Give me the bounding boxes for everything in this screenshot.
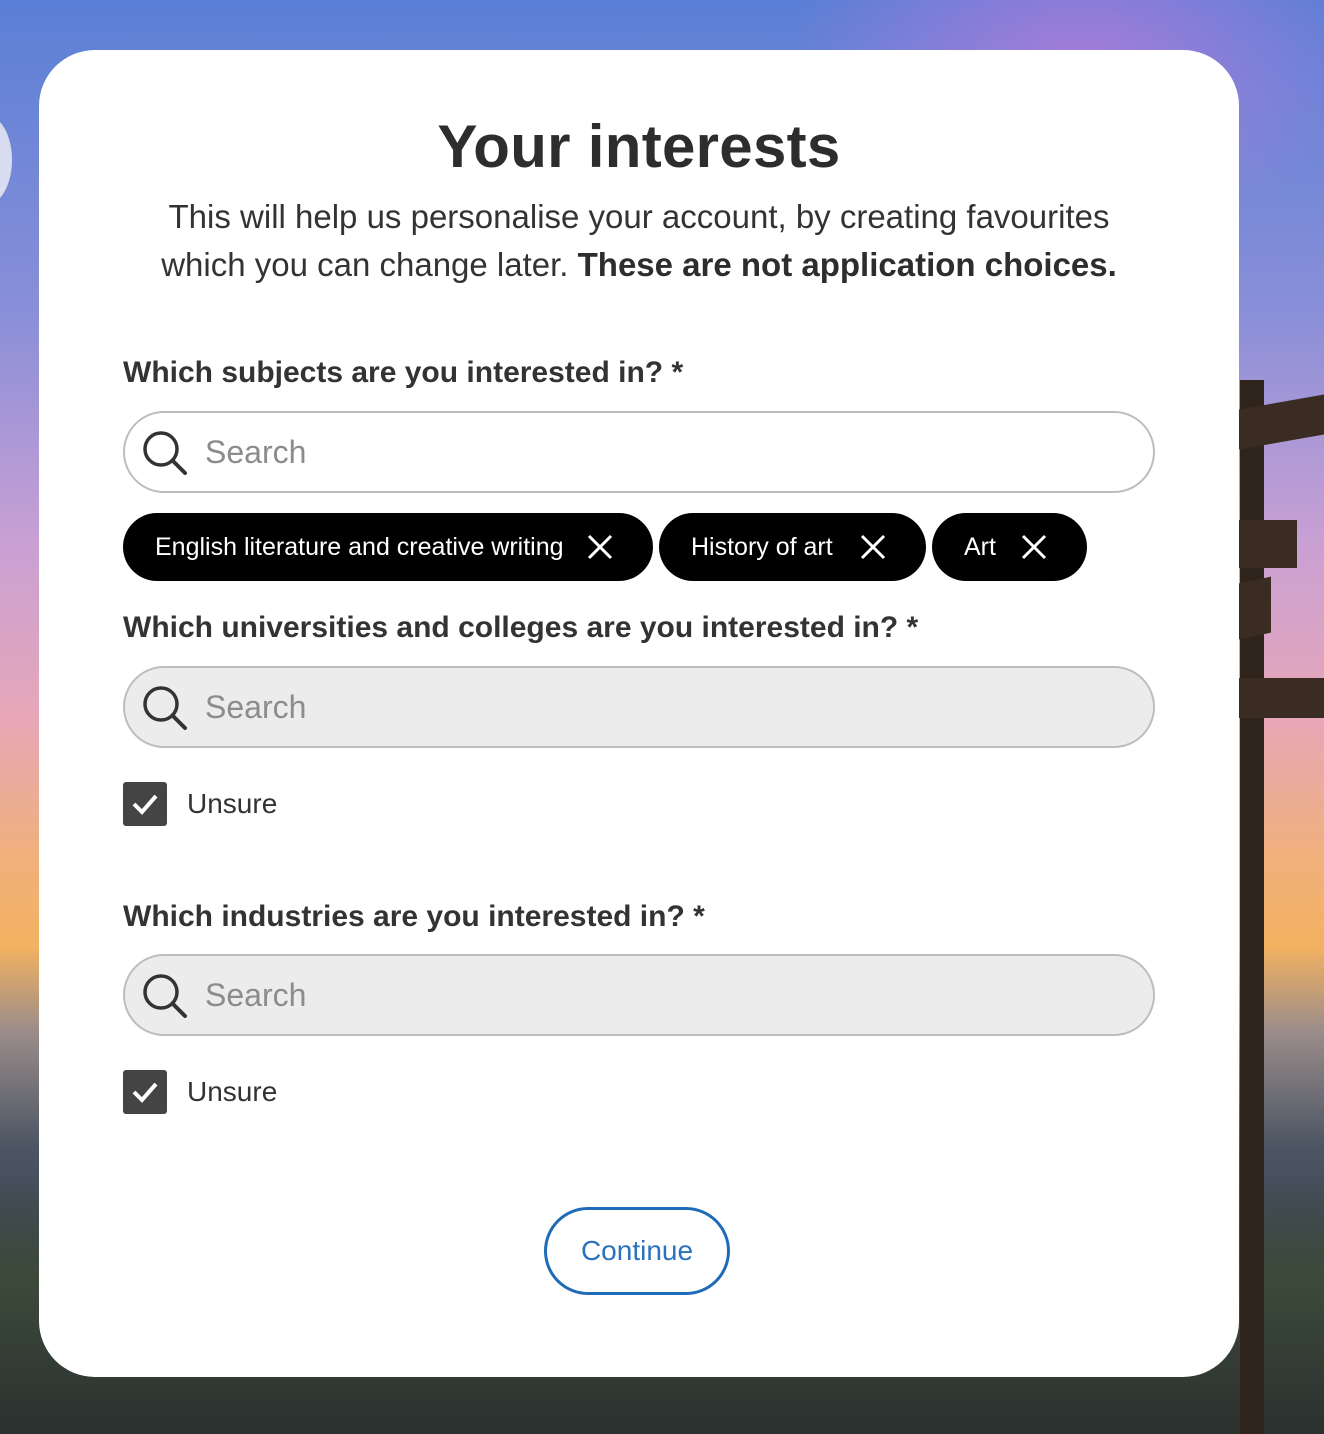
page-title: Your interests — [437, 113, 841, 180]
universities-search-input[interactable] — [205, 668, 1105, 746]
subject-chip: English literature and creative writing — [123, 513, 653, 581]
industries-search-input[interactable] — [205, 956, 1105, 1034]
search-icon — [143, 974, 187, 1018]
industries-unsure-label: Unsure — [187, 1076, 278, 1107]
background-signpost-plank — [1239, 576, 1271, 640]
universities-unsure-checkbox[interactable] — [123, 782, 167, 826]
checkmark-icon — [132, 794, 158, 815]
remove-subject-icon[interactable] — [1020, 533, 1048, 561]
industries-unsure-checkbox[interactable] — [123, 1070, 167, 1114]
background-signpost-plank — [1239, 520, 1297, 568]
subject-chip-label: History of art — [691, 533, 833, 561]
subject-chip-label: English literature and creative writing — [155, 533, 564, 561]
industries-question-label: Which industries are you interested in? … — [123, 900, 705, 933]
universities-search-field[interactable] — [123, 666, 1155, 748]
interests-card: Your interests This will help us persona… — [39, 50, 1239, 1377]
background-signpost-plank — [1239, 678, 1324, 718]
subjects-question-label: Which subjects are you interested in? * — [123, 356, 684, 389]
intro-emphasis: These are not application choices. — [577, 246, 1117, 283]
universities-question-label: Which universities and colleges are you … — [123, 611, 919, 644]
search-icon — [143, 431, 187, 475]
continue-button[interactable]: Continue — [544, 1207, 730, 1295]
subject-chip: Art — [932, 513, 1087, 581]
subjects-search-field[interactable] — [123, 411, 1155, 493]
remove-subject-icon[interactable] — [859, 533, 887, 561]
intro-text: This will help us personalise your accou… — [149, 193, 1129, 289]
remove-subject-icon[interactable] — [586, 533, 614, 561]
background-decoration — [0, 115, 12, 205]
search-icon — [143, 686, 187, 730]
checkmark-icon — [132, 1082, 158, 1103]
subjects-search-input[interactable] — [205, 413, 1105, 491]
subject-chip: History of art — [659, 513, 926, 581]
subject-chip-label: Art — [964, 533, 996, 561]
industries-search-field[interactable] — [123, 954, 1155, 1036]
universities-unsure-label: Unsure — [187, 788, 278, 819]
